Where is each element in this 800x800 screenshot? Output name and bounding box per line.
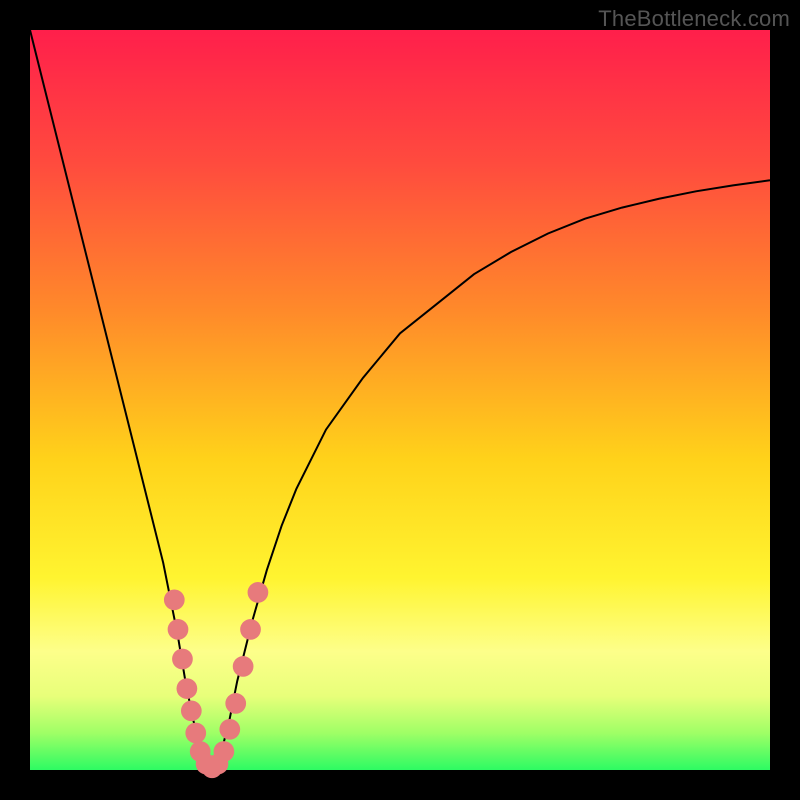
plot-area <box>30 30 770 770</box>
data-marker <box>172 649 193 670</box>
data-marker <box>177 678 198 699</box>
data-marker <box>168 619 189 640</box>
data-marker <box>181 700 202 721</box>
data-marker <box>214 741 235 762</box>
data-marker <box>219 719 240 740</box>
data-marker <box>185 723 206 744</box>
data-marker <box>164 589 185 610</box>
data-marker <box>240 619 261 640</box>
chart-frame: TheBottleneck.com <box>0 0 800 800</box>
chart-svg <box>30 30 770 770</box>
data-marker <box>225 693 246 714</box>
watermark-text: TheBottleneck.com <box>598 6 790 32</box>
data-marker <box>233 656 254 677</box>
data-marker <box>248 582 269 603</box>
bottleneck-curve <box>30 30 770 770</box>
